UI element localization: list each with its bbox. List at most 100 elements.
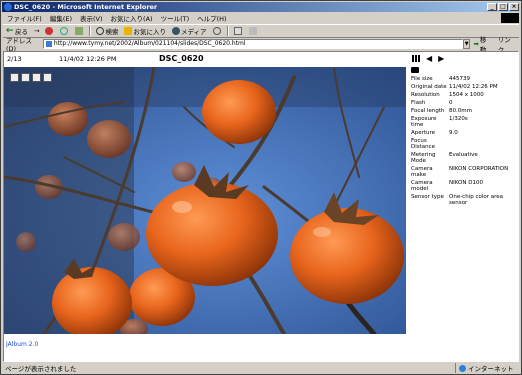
exif-value: One-chip color area sensor [449, 194, 504, 206]
menu-tools[interactable]: ツール(T) [157, 13, 194, 23]
media-label: メディア [180, 28, 207, 36]
history-button[interactable] [210, 27, 225, 35]
forward-button[interactable]: → [31, 27, 42, 35]
next-arrow-icon[interactable]: ▶ [438, 54, 444, 63]
star-icon [124, 27, 133, 35]
exif-key: Sensor type [411, 194, 444, 200]
exif-value: Evaluative [449, 152, 478, 158]
status-message: ページが表示されました [5, 365, 77, 373]
exif-row: Camera make NIKON CORPORATION [408, 166, 518, 178]
jalbum-link[interactable]: JAlbum 2.0 [6, 341, 38, 348]
exif-value: 0 [449, 100, 453, 106]
window-title: DSC_0620 - Microsoft Internet Explorer [14, 3, 158, 11]
persimmon-photo[interactable] [4, 67, 406, 334]
exif-row: Aperture 9.0 [408, 130, 518, 136]
back-arrow-icon: ← [6, 26, 14, 36]
refresh-button[interactable] [57, 27, 72, 35]
security-zone: インターネット [455, 363, 519, 373]
exif-key: Original date [411, 84, 447, 90]
print-button[interactable] [246, 27, 261, 35]
favorites-button[interactable]: お気に入り [121, 26, 169, 36]
browser-window: DSC_0620 - Microsoft Internet Explorer _… [0, 0, 522, 375]
exif-row: Metering Mode Evaluative [408, 152, 518, 164]
exif-value: 1504 x 1000 [449, 92, 484, 98]
menu-view[interactable]: 表示(V) [76, 13, 107, 23]
photo-counter: 2/13 [7, 55, 22, 63]
photo-header: 2/13 11/4/02 12:26 PM DSC_0620 [4, 52, 407, 66]
forward-arrow-icon: → [34, 27, 40, 35]
exif-key: File size [411, 76, 433, 82]
exif-row: Resolution 1504 x 1000 [408, 92, 518, 98]
exif-row: Focal length 80.0mm [408, 108, 518, 114]
print-icon [248, 27, 257, 35]
media-icon [171, 27, 180, 35]
exif-row: Flash 0 [408, 100, 518, 106]
stop-icon [45, 27, 54, 35]
slide-nav: ◀ ▶ [412, 54, 444, 63]
globe-icon [459, 364, 466, 372]
folder-icon[interactable] [43, 73, 52, 82]
favorites-label: お気に入り [133, 28, 166, 36]
separator [89, 26, 92, 36]
camera-icon [411, 67, 419, 73]
exif-value: NIKON CORPORATION [449, 166, 509, 172]
exif-row: Sensor type One-chip color area sensor [408, 194, 518, 206]
mail-icon [233, 27, 242, 35]
mail-icon[interactable] [32, 73, 41, 82]
stop-button[interactable] [42, 27, 57, 35]
exif-row: Focus Distance [408, 138, 518, 150]
history-icon [212, 27, 221, 35]
refresh-icon [60, 27, 69, 35]
menu-file[interactable]: ファイル(F) [3, 13, 46, 23]
save-icon[interactable] [10, 73, 19, 82]
photo-datetime: 11/4/02 12:26 PM [59, 55, 117, 63]
toolbar: ← 戻る → 検索 お気に入り メディア [3, 24, 519, 38]
exif-row: Exposure time 1/320s [408, 116, 518, 128]
search-button[interactable]: 検索 [93, 26, 121, 36]
home-button[interactable] [72, 27, 87, 35]
menu-favorites[interactable]: お気に入り(A) [107, 13, 157, 23]
title-bar: DSC_0620 - Microsoft Internet Explorer _… [2, 2, 520, 12]
photo-title: DSC_0620 [159, 54, 204, 63]
exif-value: 80.0mm [449, 108, 472, 114]
media-button[interactable]: メディア [169, 26, 210, 36]
exif-value [449, 138, 518, 150]
exif-row: Camera model NIKON D100 [408, 180, 518, 192]
ie-icon [4, 3, 12, 11]
exif-row: File size 445739 [408, 76, 518, 82]
exif-row: Original date 11/4/02 12:26 PM [408, 84, 518, 90]
close-button[interactable]: × [509, 3, 519, 11]
exif-value: 9.0 [449, 130, 458, 136]
windows-logo-icon [501, 13, 519, 23]
url-dropdown-button[interactable]: ▼ [462, 39, 471, 49]
photo-toolbar [10, 73, 52, 82]
menu-edit[interactable]: 編集(E) [46, 13, 76, 23]
exif-value: 1/320s [449, 116, 468, 122]
exif-panel: File size 445739 Original date 11/4/02 12:2… [408, 67, 518, 208]
maximize-button[interactable]: □ [498, 3, 508, 11]
exif-key: Flash [411, 100, 426, 106]
menu-help[interactable]: ヘルプ(H) [193, 13, 230, 23]
exif-key: Focal length [411, 108, 445, 114]
minimize-button[interactable]: _ [487, 3, 497, 11]
exif-value: NIKON D100 [449, 180, 483, 186]
zone-label: インターネット [468, 365, 514, 373]
mail-button[interactable] [231, 27, 246, 35]
exif-key: Camera model [411, 180, 433, 192]
go-arrow-icon: ➡ [473, 40, 479, 48]
print-icon[interactable] [21, 73, 30, 82]
previous-arrow-icon[interactable]: ◀ [426, 54, 432, 63]
exif-key: Metering Mode [411, 152, 436, 164]
exif-key: Exposure time [411, 116, 437, 128]
exif-key: Aperture [411, 130, 436, 136]
page-content: 2/13 11/4/02 12:26 PM DSC_0620 ◀ ▶ File … [3, 51, 519, 362]
exif-key: Resolution [411, 92, 440, 98]
search-label: 検索 [105, 28, 119, 36]
menu-bar: ファイル(F) 編集(E) 表示(V) お気に入り(A) ツール(T) ヘルプ(… [3, 13, 519, 23]
exif-value: 11/4/02 12:26 PM [449, 84, 498, 90]
address-bar: アドレス(D) http://www.tymy.net/2002/Album/0… [3, 36, 519, 54]
url-input[interactable]: http://www.tymy.net/2002/Album/021104/sl… [42, 39, 463, 49]
index-grid-icon[interactable] [412, 55, 420, 62]
separator [226, 26, 229, 36]
exif-key: Camera make [411, 166, 433, 178]
